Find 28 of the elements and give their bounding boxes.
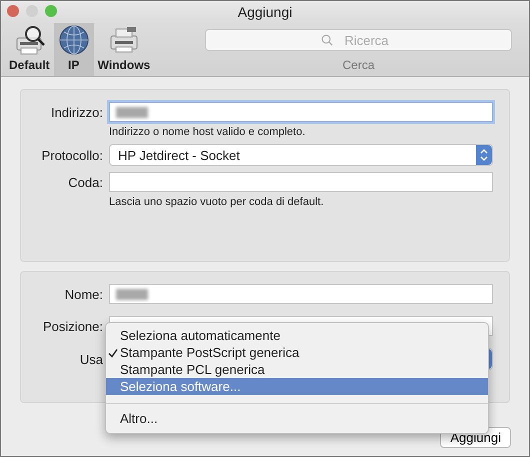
- search-icon: [321, 34, 333, 46]
- search-field[interactable]: Ricerca: [205, 29, 512, 51]
- menu-item[interactable]: Stampante PCL generica: [106, 361, 488, 378]
- field-label: Indirizzo:: [50, 104, 103, 120]
- hint-text: Lascia uno spazio vuoto per coda di default.: [109, 196, 325, 208]
- zoom-button[interactable]: [45, 5, 57, 17]
- text-field[interactable]: [109, 102, 493, 122]
- menu-item[interactable]: Stampante PostScript generica: [106, 344, 488, 361]
- field-label: Coda:: [67, 174, 103, 190]
- menu-item[interactable]: Altro...: [106, 410, 488, 427]
- close-button[interactable]: [7, 5, 19, 17]
- menu-item[interactable]: Seleziona automaticamente: [106, 327, 488, 344]
- menu-item[interactable]: Seleziona software...: [106, 378, 488, 395]
- toolbar-tab[interactable]: IP: [54, 23, 94, 76]
- text-field[interactable]: [109, 284, 493, 304]
- text-field[interactable]: [109, 172, 493, 192]
- globe-icon: [58, 24, 90, 56]
- stepper-icon: [476, 145, 492, 165]
- field-label: Nome:: [64, 286, 103, 302]
- field-label: Protocollo:: [40, 148, 103, 162]
- toolbar-tab[interactable]: Default: [5, 23, 54, 76]
- protocol-popup[interactable]: HP Jetdirect - Socket: [109, 144, 493, 166]
- hint-text: Indirizzo o nome host valido e completo.: [109, 126, 306, 138]
- toolbar-tab[interactable]: Windows: [94, 23, 154, 76]
- window-title: Aggiungi: [238, 4, 292, 20]
- search-label: Cerca: [342, 58, 374, 72]
- field-label: Posizione:: [42, 318, 103, 334]
- field-label: Usa: [78, 352, 103, 366]
